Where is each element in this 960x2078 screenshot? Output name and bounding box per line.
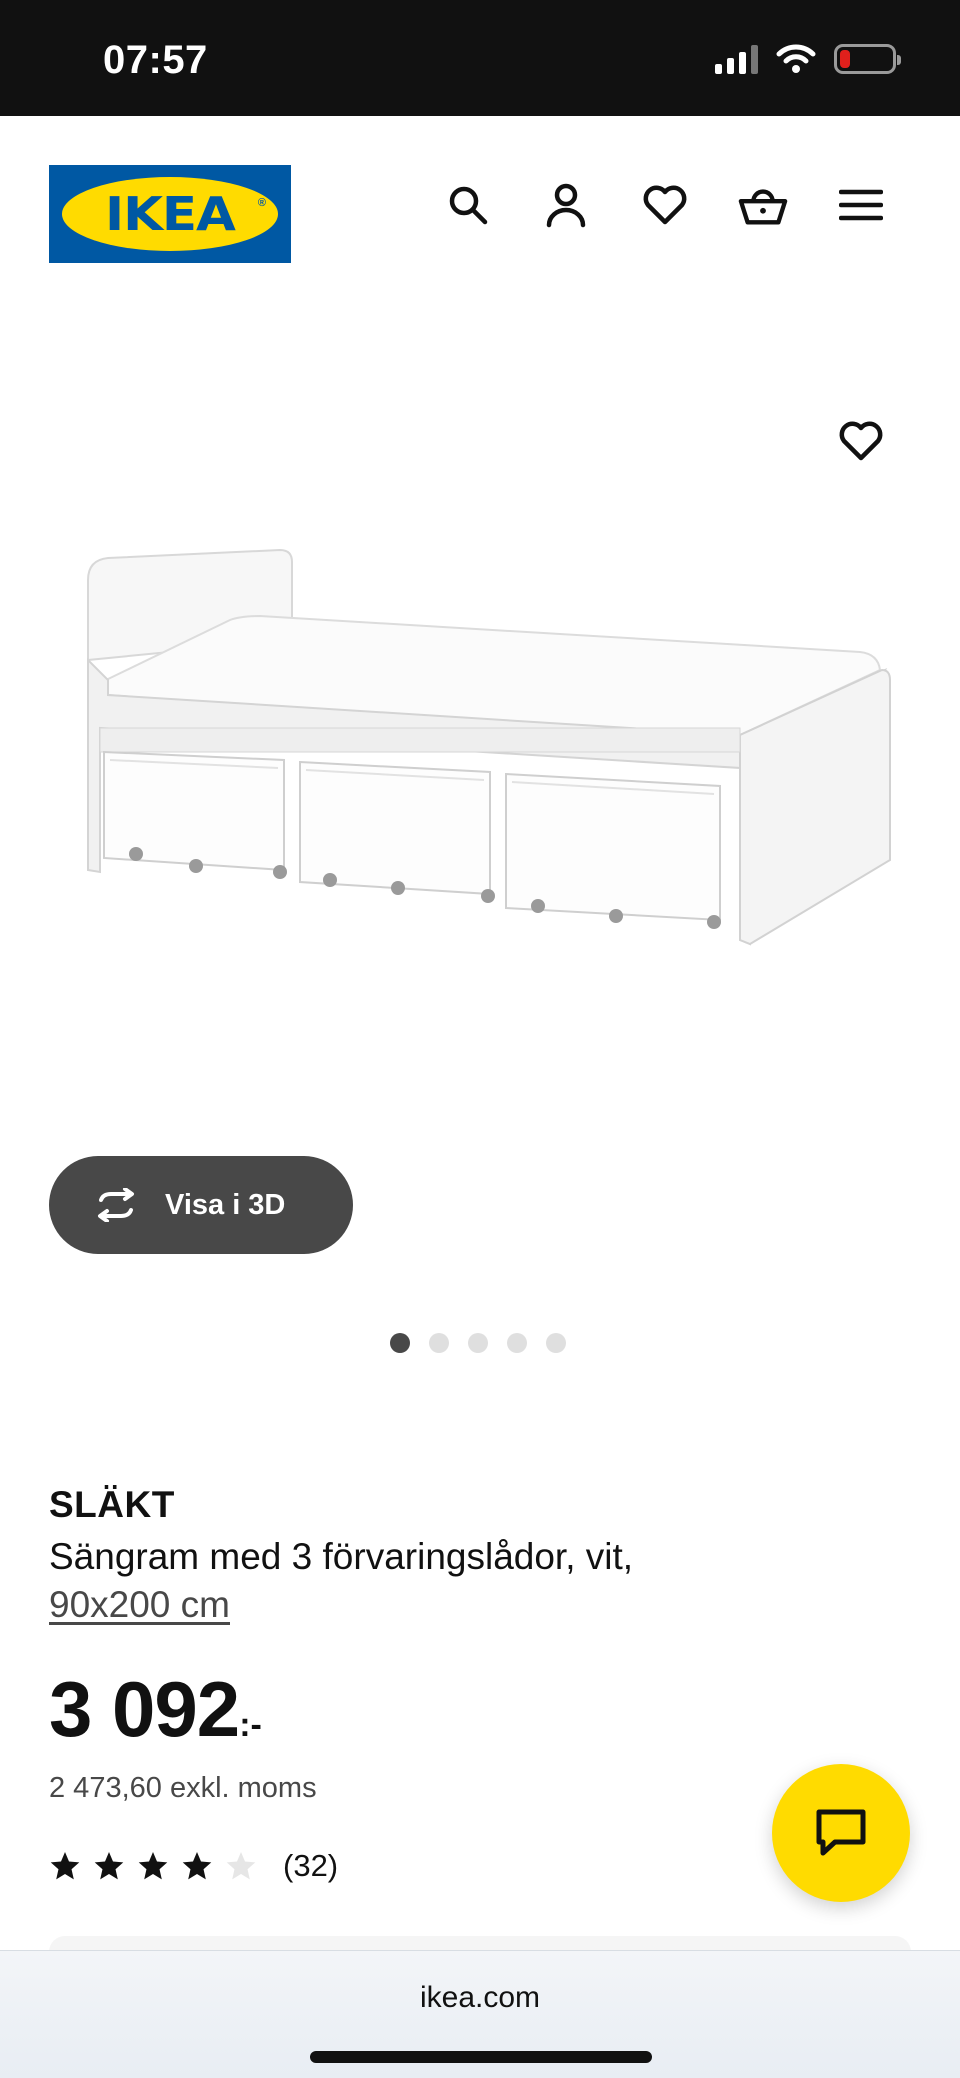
site-header: IKEA ® bbox=[0, 116, 960, 288]
home-indicator[interactable] bbox=[310, 2051, 652, 2063]
carousel-dot[interactable] bbox=[390, 1333, 410, 1353]
battery-low-icon bbox=[834, 44, 901, 74]
star-filled-icon bbox=[50, 1852, 80, 1880]
cellular-signal-icon bbox=[715, 44, 758, 74]
product-description: Sängram med 3 förvaringslådor, vit, bbox=[49, 1536, 634, 1577]
chat-button[interactable] bbox=[772, 1764, 910, 1902]
product-name: SLÄKT bbox=[49, 1484, 175, 1525]
star-filled-icon bbox=[182, 1852, 212, 1880]
view-in-3d-label: Visa i 3D bbox=[165, 1188, 286, 1221]
user-icon[interactable] bbox=[541, 180, 591, 230]
logo-text: IKEA bbox=[105, 187, 236, 241]
heart-icon bbox=[839, 421, 883, 461]
price-suffix: :- bbox=[239, 1706, 262, 1744]
product-price: 3 092 :- bbox=[49, 1664, 262, 1755]
status-time: 07:57 bbox=[103, 38, 208, 82]
status-icons bbox=[715, 44, 901, 74]
logo-oval: IKEA ® bbox=[62, 177, 278, 251]
product-image[interactable] bbox=[60, 520, 900, 960]
carousel-dot[interactable] bbox=[468, 1333, 488, 1353]
carousel-dot[interactable] bbox=[546, 1333, 566, 1353]
view-in-3d-button[interactable]: Visa i 3D bbox=[49, 1156, 353, 1254]
heart-icon[interactable] bbox=[640, 180, 690, 230]
carousel-dot[interactable] bbox=[507, 1333, 527, 1353]
shopping-basket-icon[interactable] bbox=[738, 180, 788, 230]
add-to-wishlist-button[interactable] bbox=[836, 416, 886, 466]
search-icon[interactable] bbox=[443, 180, 493, 230]
wifi-icon bbox=[776, 44, 816, 73]
image-carousel-indicator bbox=[390, 1333, 566, 1353]
browser-address-bar[interactable]: ikea.com bbox=[0, 1950, 960, 2078]
url-text[interactable]: ikea.com bbox=[0, 1981, 960, 2015]
star-filled-icon bbox=[94, 1852, 124, 1880]
product-rating[interactable]: (32) bbox=[49, 1848, 338, 1884]
ikea-logo[interactable]: IKEA ® bbox=[49, 165, 291, 263]
carousel-dot[interactable] bbox=[429, 1333, 449, 1353]
price-excluding-vat: 2 473,60 exkl. moms bbox=[49, 1772, 317, 1804]
status-bar: 07:57 bbox=[0, 0, 960, 116]
rotate-arrows-icon bbox=[98, 1188, 134, 1222]
registered-mark: ® bbox=[257, 197, 266, 209]
product-size-link[interactable]: 90x200 cm bbox=[49, 1584, 230, 1626]
chat-bubble-icon bbox=[816, 1809, 866, 1856]
price-amount: 3 092 bbox=[49, 1665, 240, 1753]
star-empty-icon bbox=[226, 1852, 256, 1880]
review-count[interactable]: (32) bbox=[283, 1848, 338, 1884]
menu-icon[interactable] bbox=[836, 180, 886, 230]
star-filled-icon bbox=[138, 1852, 168, 1880]
